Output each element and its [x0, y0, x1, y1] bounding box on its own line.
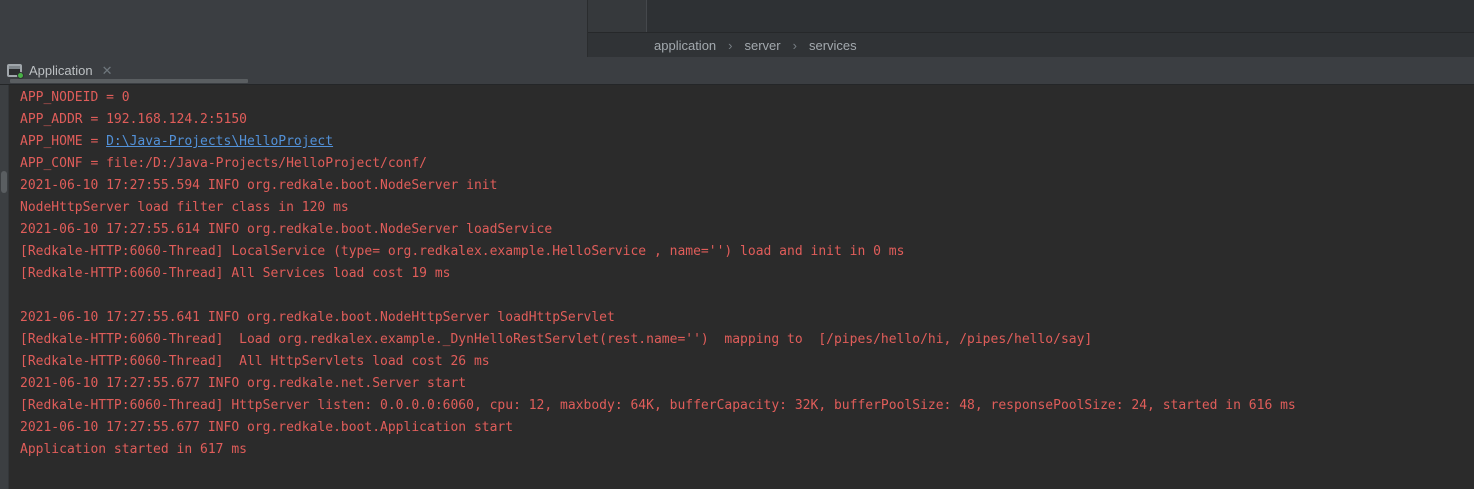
close-icon[interactable]: ✕ [100, 63, 115, 78]
console-line: [Redkale-HTTP:6060-Thread] All HttpServl… [20, 351, 1474, 373]
console-line: [Redkale-HTTP:6060-Thread] HttpServer li… [20, 395, 1474, 417]
console-line: NodeHttpServer load filter class in 120 … [20, 197, 1474, 219]
console-line: APP_NODEID = 0 [20, 87, 1474, 109]
editor-top-strip [588, 0, 1474, 33]
run-console-icon [7, 64, 22, 77]
console-line: 2021-06-10 17:27:55.594 INFO org.redkale… [20, 175, 1474, 197]
console-line: [Redkale-HTTP:6060-Thread] Load org.redk… [20, 329, 1474, 351]
editor-panel [0, 0, 588, 57]
breadcrumb-item-services[interactable]: services [809, 38, 857, 53]
console-line: Application started in 617 ms [20, 439, 1474, 461]
breadcrumb-item-application[interactable]: application [654, 38, 716, 53]
console-icon-titlebar [9, 66, 20, 69]
run-toolwindow-tabbar: Application ✕ [0, 57, 1474, 85]
breadcrumb-separator-icon: › [793, 38, 797, 53]
console-output-panel[interactable]: APP_NODEID = 0APP_ADDR = 192.168.124.2:5… [0, 85, 1474, 489]
console-line: 2021-06-10 17:27:55.641 INFO org.redkale… [20, 307, 1474, 329]
tab-application[interactable]: Application ✕ [3, 59, 119, 81]
tab-label: Application [29, 63, 93, 78]
console-log: APP_NODEID = 0APP_ADDR = 192.168.124.2:5… [20, 87, 1474, 461]
console-line: APP_CONF = file:/D:/Java-Projects/HelloP… [20, 153, 1474, 175]
breadcrumb: application › server › services [588, 33, 1474, 57]
file-path-link[interactable]: D:\Java-Projects\HelloProject [106, 134, 333, 149]
console-scrollbar-track [0, 85, 9, 489]
process-running-indicator-icon [17, 72, 24, 79]
active-tab-underline [10, 79, 248, 83]
console-line: 2021-06-10 17:27:55.677 INFO org.redkale… [20, 373, 1474, 395]
scrollbar-thumb[interactable] [1, 171, 7, 193]
console-line: [Redkale-HTTP:6060-Thread] LocalService … [20, 241, 1474, 263]
console-line: APP_HOME = D:\Java-Projects\HelloProject [20, 131, 1474, 153]
console-line: APP_ADDR = 192.168.124.2:5150 [20, 109, 1474, 131]
editor-split-divider [588, 0, 647, 32]
console-line: 2021-06-10 17:27:55.677 INFO org.redkale… [20, 417, 1474, 439]
breadcrumb-separator-icon: › [728, 38, 732, 53]
console-line: [Redkale-HTTP:6060-Thread] All Services … [20, 263, 1474, 285]
console-line [20, 285, 1474, 307]
console-text: APP_HOME = [20, 134, 106, 149]
ide-window: application › server › services Application … [0, 0, 1474, 489]
breadcrumb-item-server[interactable]: server [745, 38, 781, 53]
console-line: 2021-06-10 17:27:55.614 INFO org.redkale… [20, 219, 1474, 241]
